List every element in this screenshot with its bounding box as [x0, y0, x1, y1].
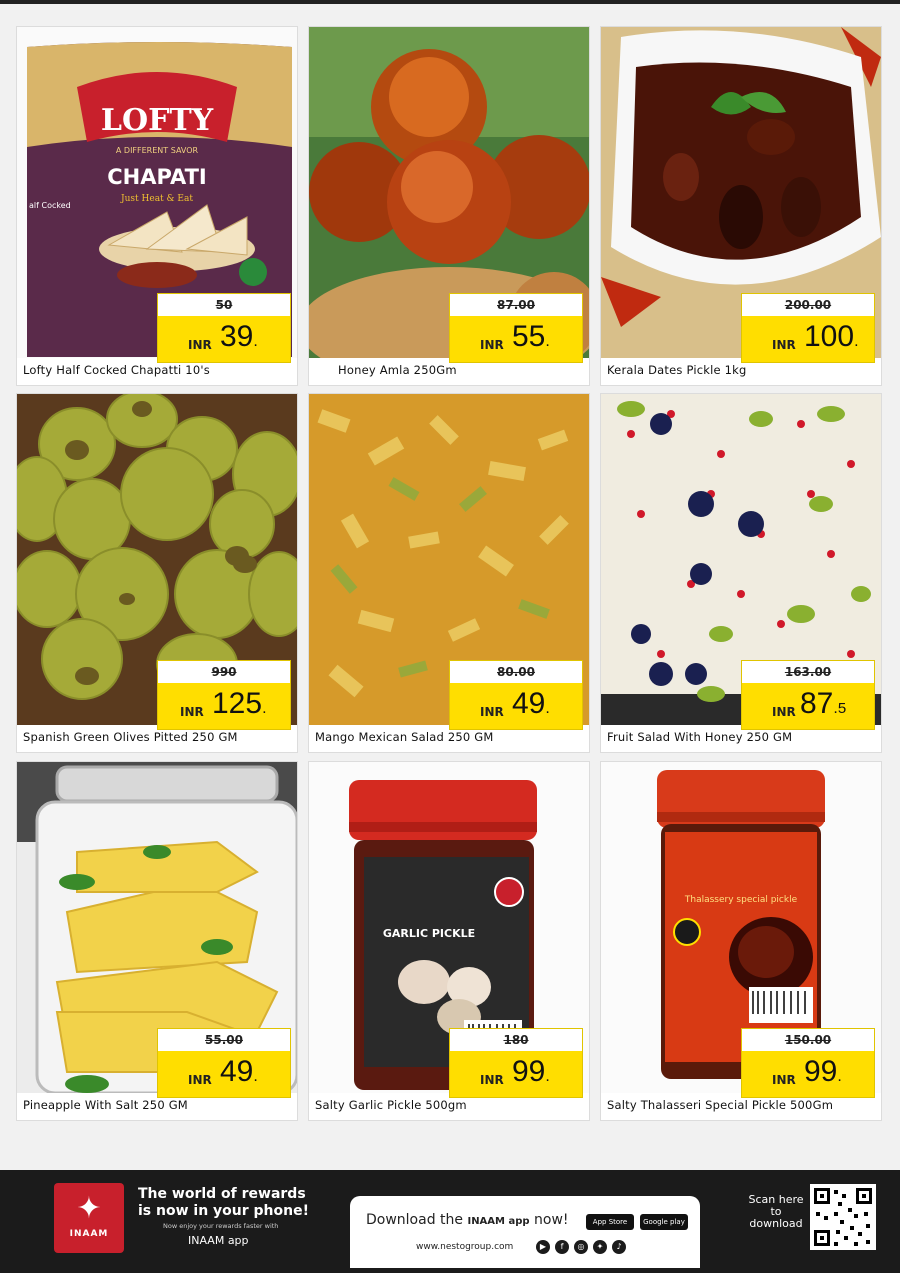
footer-banner: ✦ INAAM The world of rewards is now in y…	[0, 1170, 900, 1273]
qr-code[interactable]	[810, 1184, 876, 1250]
currency-label: INR	[480, 1073, 504, 1087]
price-tag: 150.00 INR 99.	[741, 1028, 875, 1098]
offer-price: 39.	[220, 320, 258, 353]
product-name: Spanish Green Olives Pitted 250 GM	[23, 730, 238, 744]
price-tag: 80.00 INR 49.	[449, 660, 583, 730]
rewards-subtext: Now enjoy your rewards faster with	[163, 1222, 279, 1230]
price-tag: 55.00 INR 49.	[157, 1028, 291, 1098]
inaam-logo-icon: ✦	[76, 1191, 102, 1226]
lofty-sub-text: Just Heat & Eat	[120, 194, 193, 204]
inaam-logo[interactable]: ✦ INAAM	[54, 1183, 124, 1253]
offer-price: 125.	[212, 687, 267, 720]
offer-price: 87.5	[800, 687, 847, 720]
currency-label: INR	[180, 705, 204, 719]
lofty-product-text: CHAPATI	[107, 165, 206, 189]
old-price: 80.00	[450, 661, 582, 683]
scan-instructions: Scan here to download	[746, 1194, 806, 1230]
price-tag: 50 INR 39.	[157, 293, 291, 363]
old-price: 200.00	[742, 294, 874, 316]
offer-price: 100.	[804, 320, 859, 353]
product-card[interactable]: 80.00 INR 49. Mango Mexican Salad 250 GM	[308, 393, 590, 753]
inaam-logo-label: INAAM	[69, 1229, 109, 1239]
scan-line3: download	[749, 1217, 803, 1230]
old-price: 990	[158, 661, 290, 683]
old-price: 150.00	[742, 1029, 874, 1051]
product-name: Honey Amla 250Gm	[338, 363, 457, 377]
currency-label: INR	[772, 705, 796, 719]
currency-label: INR	[480, 338, 504, 352]
product-name: Pineapple With Salt 250 GM	[23, 1098, 188, 1112]
product-name: Salty Garlic Pickle 500gm	[315, 1098, 467, 1112]
currency-label: INR	[772, 338, 796, 352]
lofty-tagline-text: A DIFFERENT SAVOR	[116, 146, 199, 155]
product-card[interactable]: 55.00 INR 49. Pineapple With Salt 250 GM	[16, 761, 298, 1121]
old-price: 180	[450, 1029, 582, 1051]
product-card[interactable]: 87.00 INR 55. Honey Amla 250Gm	[308, 26, 590, 386]
instagram-icon[interactable]: ◎	[574, 1240, 588, 1254]
offer-price: 49.	[512, 687, 550, 720]
tiktok-icon[interactable]: ♪	[612, 1240, 626, 1254]
offer-page: LOFTY A DIFFERENT SAVOR CHAPATI Just Hea…	[0, 4, 900, 1170]
offer-price: 49.	[220, 1055, 258, 1088]
product-name: Salty Thalasseri Special Pickle 500Gm	[607, 1098, 834, 1112]
price-tag: 990 INR 125.	[157, 660, 291, 730]
download-panel: Download the INAAM app now! App Store Go…	[350, 1196, 700, 1268]
product-name: Fruit Salad With Honey 250 GM	[607, 730, 793, 744]
price-tag: 163.00 INR 87.5	[741, 660, 875, 730]
currency-label: INR	[772, 1073, 796, 1087]
youtube-icon[interactable]: ▶	[536, 1240, 550, 1254]
old-price: 163.00	[742, 661, 874, 683]
thalasseri-pickle-label: Thalassery special pickle	[684, 895, 798, 905]
website-link[interactable]: www.nestogroup.com	[416, 1242, 513, 1252]
price-tag: 180 INR 99.	[449, 1028, 583, 1098]
currency-label: INR	[188, 338, 212, 352]
lofty-brand-text: LOFTY	[101, 103, 214, 138]
old-price: 50	[158, 294, 290, 316]
product-card[interactable]: Thalassery special pickle 150.00 INR 99.…	[600, 761, 882, 1121]
product-card[interactable]: LOFTY A DIFFERENT SAVOR CHAPATI Just Hea…	[16, 26, 298, 386]
old-price: 87.00	[450, 294, 582, 316]
download-text: Download the INAAM app now!	[366, 1212, 569, 1228]
currency-label: INR	[188, 1073, 212, 1087]
product-card[interactable]: GARLIC PICKLE 180 INR 99. Salty Garlic P…	[308, 761, 590, 1121]
offer-price: 99.	[804, 1055, 842, 1088]
offer-price: 55.	[512, 320, 550, 353]
product-card[interactable]: 990 INR 125. Spanish Green Olives Pitted…	[16, 393, 298, 753]
google-play-button[interactable]: Google play	[640, 1214, 688, 1230]
app-store-button[interactable]: App Store	[586, 1214, 634, 1230]
offer-price: 99.	[512, 1055, 550, 1088]
product-card[interactable]: 200.00 INR 100. Kerala Dates Pickle 1kg	[600, 26, 882, 386]
currency-label: INR	[480, 705, 504, 719]
facebook-icon[interactable]: f	[555, 1240, 569, 1254]
rewards-headline-line2: is now in your phone!	[138, 1203, 309, 1219]
product-name: Mango Mexican Salad 250 GM	[315, 730, 494, 744]
product-card[interactable]: 163.00 INR 87.5 Fruit Salad With Honey 2…	[600, 393, 882, 753]
rewards-headline-line1: The world of rewards	[138, 1186, 306, 1202]
garlic-pickle-label: GARLIC PICKLE	[383, 927, 475, 940]
inaam-app-name: INAAM app	[188, 1234, 249, 1247]
price-tag: 200.00 INR 100.	[741, 293, 875, 363]
twitter-icon[interactable]: ✦	[593, 1240, 607, 1254]
rewards-headline: The world of rewards is now in your phon…	[138, 1186, 309, 1220]
old-price: 55.00	[158, 1029, 290, 1051]
lofty-cooked-text: alf Cocked	[29, 201, 71, 210]
price-tag: 87.00 INR 55.	[449, 293, 583, 363]
product-name: Lofty Half Cocked Chapatti 10's	[23, 363, 210, 377]
product-name: Kerala Dates Pickle 1kg	[607, 363, 747, 377]
